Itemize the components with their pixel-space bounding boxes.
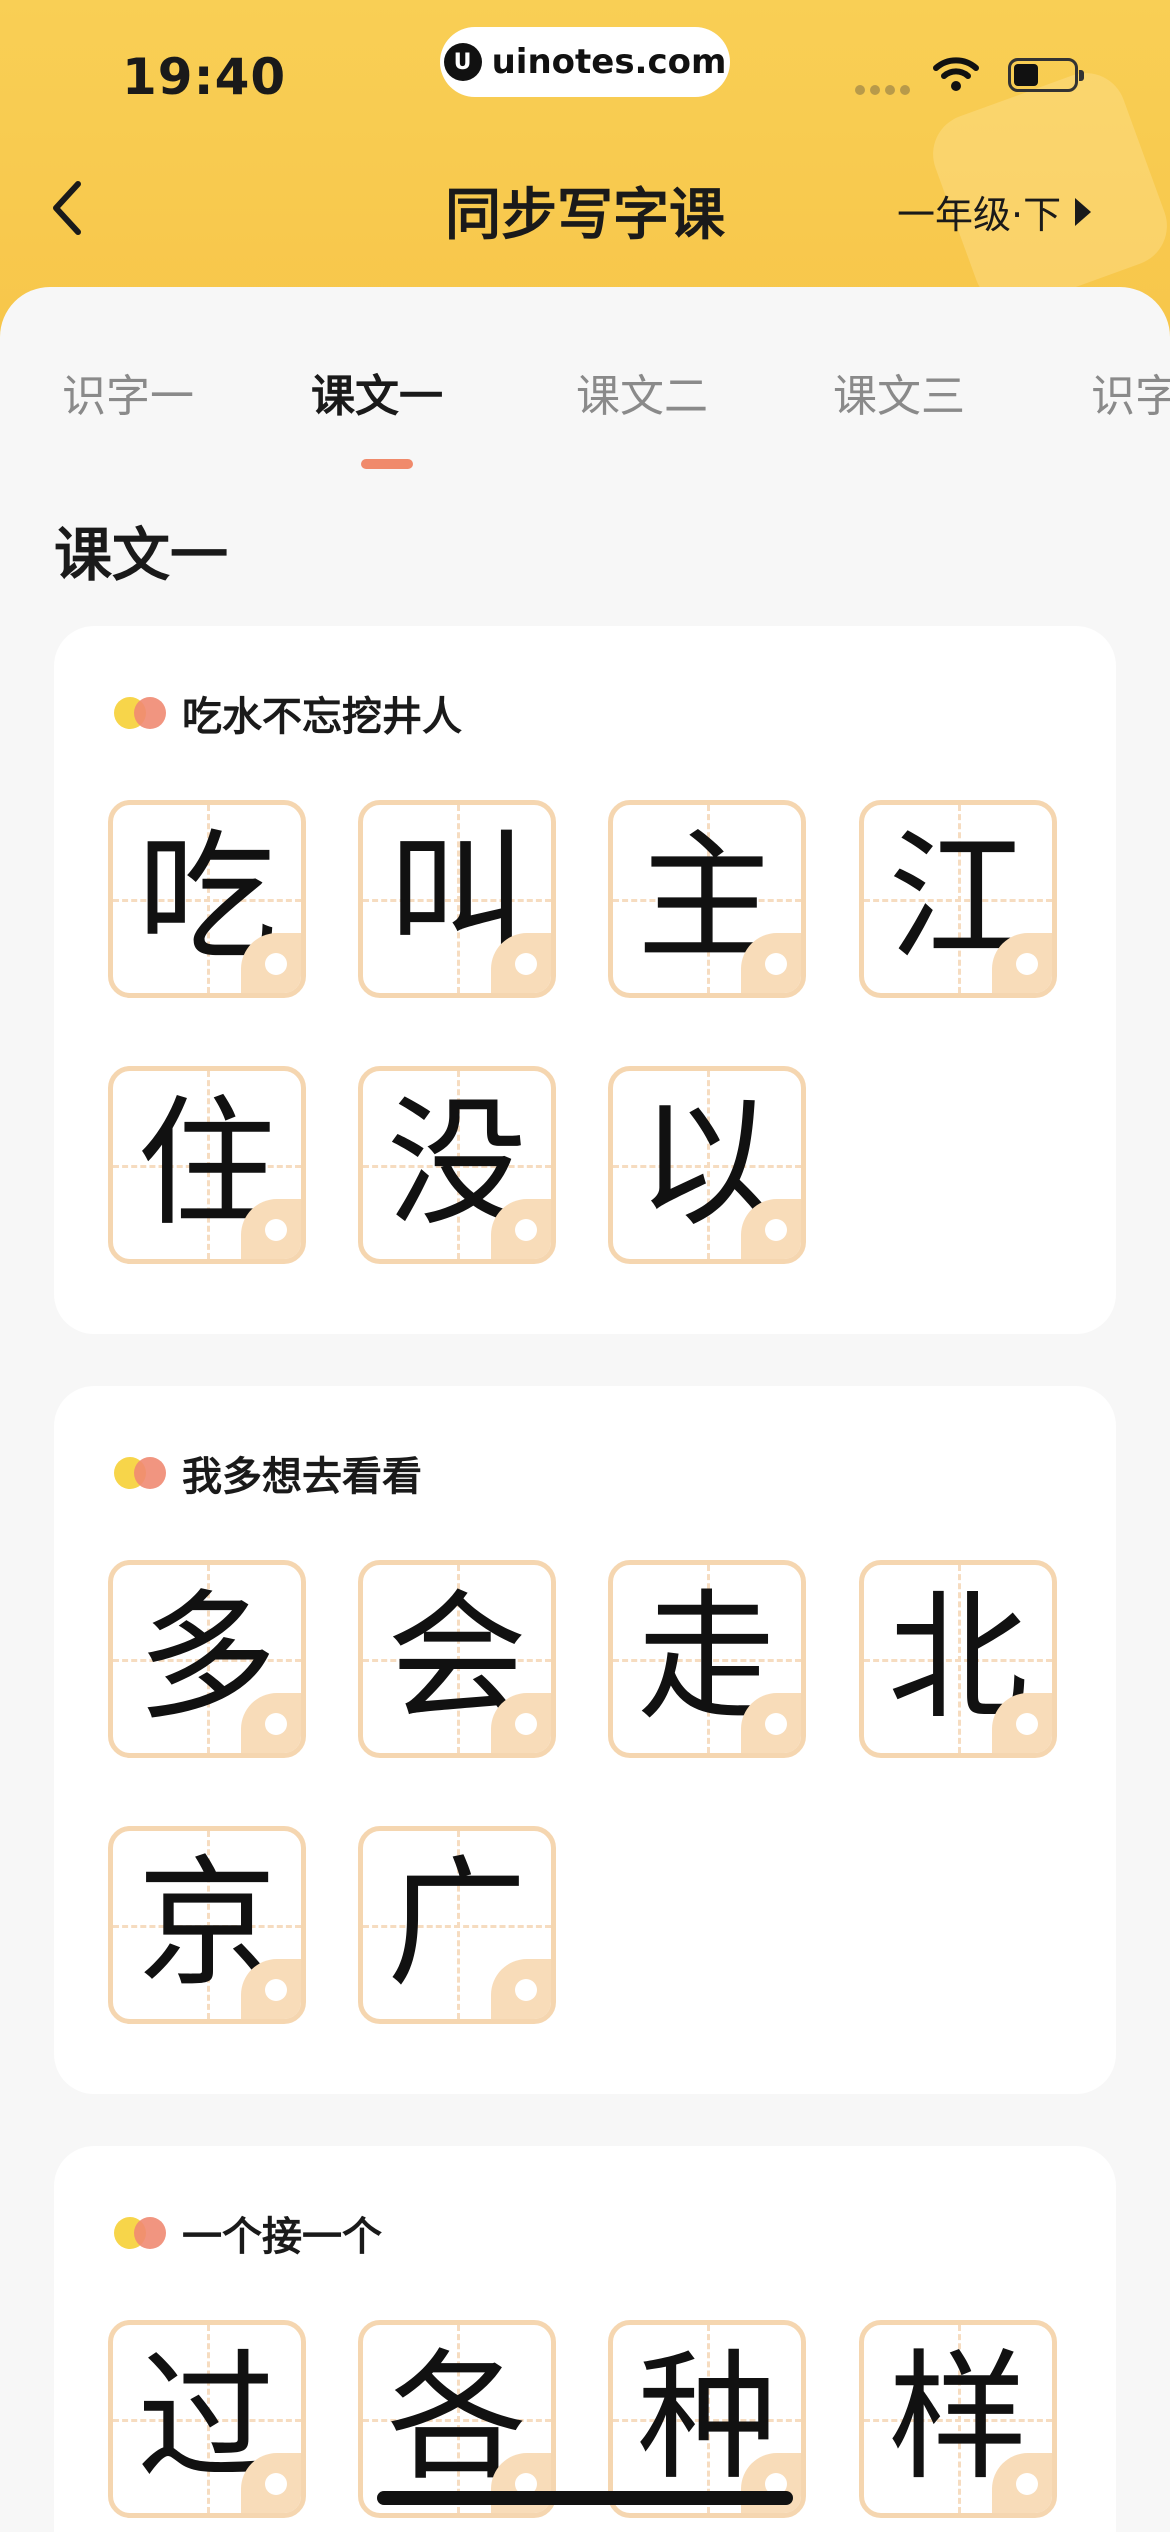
card-header: 一个接一个	[114, 2204, 382, 2262]
bullet-dots-icon	[114, 2217, 166, 2249]
play-audio-icon[interactable]	[491, 1199, 551, 1259]
card-title: 吃水不忘挖井人	[182, 694, 462, 740]
status-time: 19:40	[122, 48, 287, 106]
character-tile[interactable]: 以	[608, 1066, 806, 1264]
character-tile[interactable]: 北	[859, 1560, 1057, 1758]
tab-lesson[interactable]: 识字	[1091, 360, 1170, 424]
play-audio-icon[interactable]	[741, 933, 801, 993]
play-audio-icon[interactable]	[241, 1199, 301, 1259]
character-tile[interactable]: 种	[608, 2320, 806, 2518]
play-audio-icon[interactable]	[241, 933, 301, 993]
play-audio-icon[interactable]	[241, 1959, 301, 2019]
character-tile[interactable]: 江	[859, 800, 1057, 998]
card-header: 我多想去看看	[114, 1444, 422, 1502]
tab-lesson[interactable]: 课文二	[576, 360, 708, 424]
url-text: uinotes.com	[491, 42, 727, 82]
tab-lesson[interactable]: 课文三	[833, 360, 965, 424]
card-title: 一个接一个	[182, 2214, 382, 2260]
play-audio-icon[interactable]	[992, 933, 1052, 993]
character-tile[interactable]: 主	[608, 800, 806, 998]
play-audio-icon[interactable]	[491, 1959, 551, 2019]
character-tile[interactable]: 样	[859, 2320, 1057, 2518]
play-audio-icon[interactable]	[741, 2453, 801, 2513]
card-title: 我多想去看看	[182, 1454, 422, 1500]
character-tile[interactable]: 多	[108, 1560, 306, 1758]
wifi-icon	[933, 57, 979, 91]
lesson-card: 我多想去看看 多 会 走 北 京 广	[54, 1386, 1116, 2094]
play-audio-icon[interactable]	[241, 1693, 301, 1753]
bullet-dots-icon	[114, 1457, 166, 1489]
play-audio-icon[interactable]	[491, 1693, 551, 1753]
home-indicator[interactable]	[377, 2491, 793, 2505]
character-tile[interactable]: 吃	[108, 800, 306, 998]
grade-selector[interactable]: 一年级·下	[897, 184, 1092, 239]
card-header: 吃水不忘挖井人	[114, 684, 462, 742]
cellular-signal-icon	[855, 85, 910, 95]
triangle-right-icon	[1075, 197, 1092, 226]
battery-icon	[1008, 58, 1084, 92]
bullet-dots-icon	[114, 697, 166, 729]
uinotes-logo-icon: U	[443, 43, 482, 81]
character-tile[interactable]: 广	[358, 1826, 556, 2024]
tab-lesson[interactable]: 课文一	[311, 360, 443, 424]
lesson-card: 吃水不忘挖井人 吃 叫 主 江 住 没 以	[54, 626, 1116, 1334]
grade-label: 一年级·下	[897, 193, 1062, 237]
play-audio-icon[interactable]	[741, 1693, 801, 1753]
character-tile[interactable]: 京	[108, 1826, 306, 2024]
character-tile[interactable]: 走	[608, 1560, 806, 1758]
tab-lesson[interactable]: 识字一	[62, 360, 194, 424]
character-tile[interactable]: 会	[358, 1560, 556, 1758]
character-tile[interactable]: 没	[358, 1066, 556, 1264]
section-title: 课文一	[54, 521, 229, 589]
play-audio-icon[interactable]	[491, 933, 551, 993]
character-tile[interactable]: 叫	[358, 800, 556, 998]
play-audio-icon[interactable]	[491, 2453, 551, 2513]
character-tile[interactable]: 住	[108, 1066, 306, 1264]
play-audio-icon[interactable]	[741, 1199, 801, 1259]
character-tile[interactable]: 各	[358, 2320, 556, 2518]
play-audio-icon[interactable]	[992, 2453, 1052, 2513]
play-audio-icon[interactable]	[992, 1693, 1052, 1753]
play-audio-icon[interactable]	[241, 2453, 301, 2513]
lesson-card: 一个接一个 过 各 种 样	[54, 2146, 1116, 2532]
lesson-tabs: 识字一 课文一 课文二 课文三 识字	[0, 360, 1170, 440]
active-tab-indicator	[361, 459, 413, 469]
url-pill: U uinotes.com	[440, 27, 730, 97]
character-tile[interactable]: 过	[108, 2320, 306, 2518]
